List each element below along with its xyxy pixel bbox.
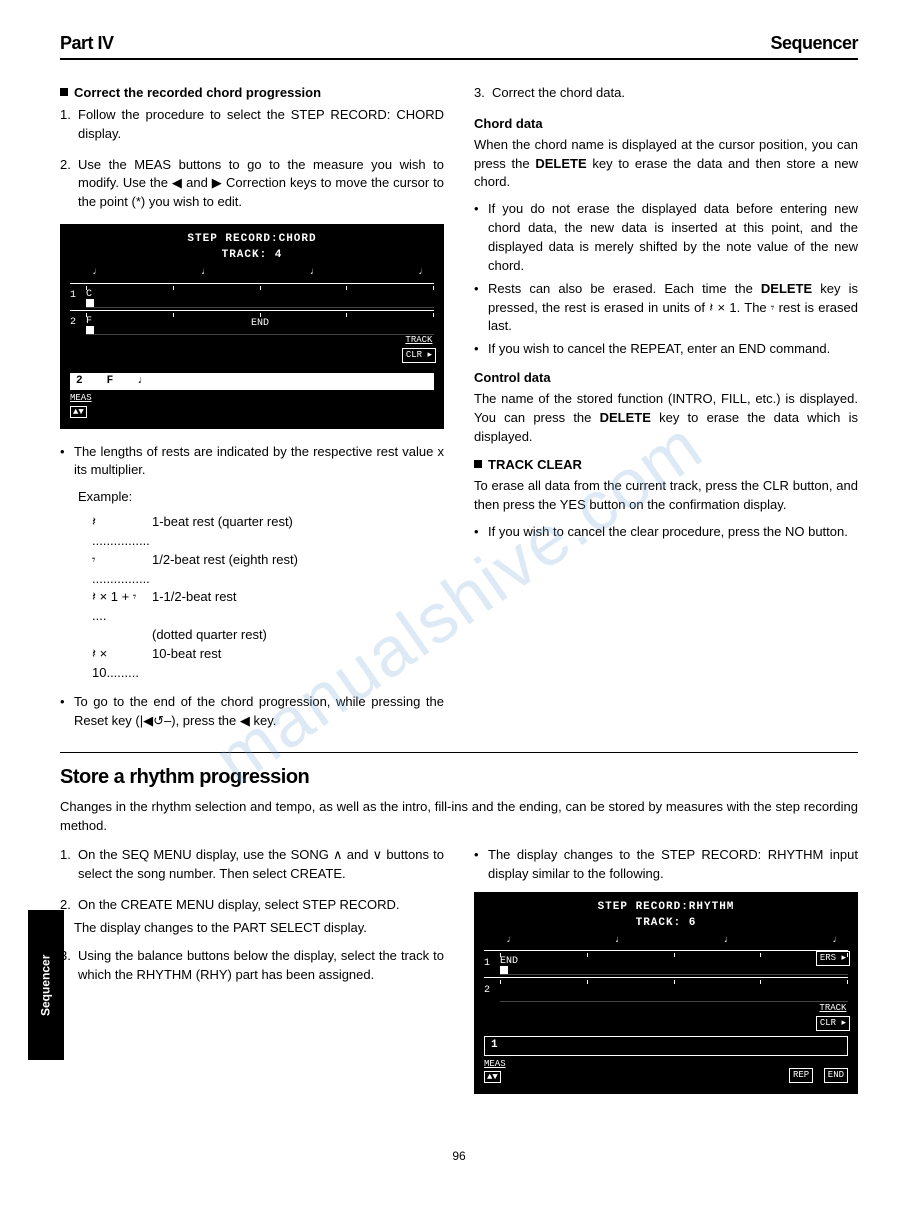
chord-bullet-3: •If you wish to cancel the REPEAT, enter… xyxy=(474,340,858,359)
track-clear-para: To erase all data from the current track… xyxy=(474,477,858,515)
lcd-title: STEP RECORD:CHORD xyxy=(70,232,434,248)
rest-example-list: 𝄽 ................1-beat rest (quarter r… xyxy=(78,513,444,683)
control-data-head: Control data xyxy=(474,369,858,388)
square-bullet-icon xyxy=(60,88,68,96)
measure-1-num: 1 xyxy=(484,957,500,972)
end-button[interactable]: END xyxy=(824,1068,848,1083)
track-clr-group: TRACK CLR ▸ xyxy=(402,334,436,363)
clr-button[interactable]: CLR ▸ xyxy=(402,348,436,363)
beat-markers: ♩♩♩♩ xyxy=(484,932,848,949)
control-data-para: The name of the stored function (INTRO, … xyxy=(474,390,858,447)
step-3: 3. Correct the chord data. xyxy=(474,84,858,103)
rest-length-note: • The lengths of rests are indicated by … xyxy=(60,443,444,481)
track-label: TRACK xyxy=(402,334,436,347)
lcd-chord-screenshot: STEP RECORD:CHORD TRACK: 4 ♩♩♩♩ 1 C 2 xyxy=(60,224,444,428)
store-display-note: •The display changes to the STEP RECORD:… xyxy=(474,846,858,884)
lcd2-title: STEP RECORD:RHYTHM xyxy=(484,900,848,916)
side-tab: Sequencer xyxy=(28,910,64,1060)
track-clear-bullet: •If you wish to cancel the clear procedu… xyxy=(474,523,858,542)
ers-button[interactable]: ERS ▸ xyxy=(816,951,850,966)
bar-note-icon: ♩ xyxy=(137,374,144,390)
chord-data-head: Chord data xyxy=(474,115,858,134)
footer-buttons: REP END xyxy=(785,1067,848,1084)
measure-2-num: 2 xyxy=(70,316,86,331)
chord-bullet-2: •Rests can also be erased. Each time the… xyxy=(474,280,858,337)
clr-button[interactable]: CLR ▸ xyxy=(816,1016,850,1031)
lcd2-track-line: TRACK: 6 xyxy=(484,916,848,932)
track-clr-group: TRACK CLR ▸ xyxy=(816,1002,850,1031)
store-step-2-note: •The display changes to the PART SELECT … xyxy=(60,919,444,938)
meas-control: MEAS ▲▼ xyxy=(70,392,434,418)
meas-control: MEAS ▲▼ xyxy=(484,1058,506,1084)
beat-markers: ♩♩♩♩ xyxy=(70,264,434,281)
page-number: 96 xyxy=(60,1148,858,1165)
store-intro: Changes in the rhythm selection and temp… xyxy=(60,798,858,836)
meas-arrows-icon[interactable]: ▲▼ xyxy=(484,1071,501,1083)
ers-button-group: ERS ▸ xyxy=(816,950,850,967)
header-section: Sequencer xyxy=(770,30,858,56)
chord-bullet-1: •If you do not erase the displayed data … xyxy=(474,200,858,275)
chord-data-para: When the chord name is displayed at the … xyxy=(474,136,858,193)
input-status-bar: 2 F ♩ xyxy=(70,373,434,391)
lcd-track-line: TRACK: 4 xyxy=(70,248,434,264)
store-step-1: 1.On the SEQ MENU display, use the SONG … xyxy=(60,846,444,884)
lcd-rhythm-screenshot: STEP RECORD:RHYTHM TRACK: 6 ♩♩♩♩ 1 END E… xyxy=(474,892,858,1094)
bar-chord: F xyxy=(107,374,114,390)
header-part: Part IV xyxy=(60,30,114,56)
goto-end-note: • To go to the end of the chord progress… xyxy=(60,693,444,731)
track-label: TRACK xyxy=(816,1002,850,1015)
correct-heading: Correct the recorded chord progression xyxy=(60,84,444,103)
square-bullet-icon xyxy=(474,460,482,468)
store-step-3: 3.Using the balance buttons below the di… xyxy=(60,947,444,985)
step-1: 1. Follow the procedure to select the ST… xyxy=(60,106,444,144)
section-divider xyxy=(60,752,858,753)
bar-measure: 2 xyxy=(76,374,83,390)
page-header: Part IV Sequencer xyxy=(60,30,858,60)
measure-1-num: 1 xyxy=(70,289,86,304)
store-heading: Store a rhythm progression xyxy=(60,763,858,792)
track-clear-head: TRACK CLEAR xyxy=(474,456,858,475)
rep-button[interactable]: REP xyxy=(789,1068,813,1083)
measure-2-num: 2 xyxy=(484,984,500,999)
bar-measure: 1 xyxy=(491,1038,498,1054)
input-status-bar: 1 xyxy=(484,1036,848,1056)
store-step-2: 2.On the CREATE MENU display, select STE… xyxy=(60,896,444,915)
meas-arrows-icon[interactable]: ▲▼ xyxy=(70,406,87,418)
step-2: 2. Use the MEAS buttons to go to the mea… xyxy=(60,156,444,213)
example-label: Example: xyxy=(78,488,444,507)
